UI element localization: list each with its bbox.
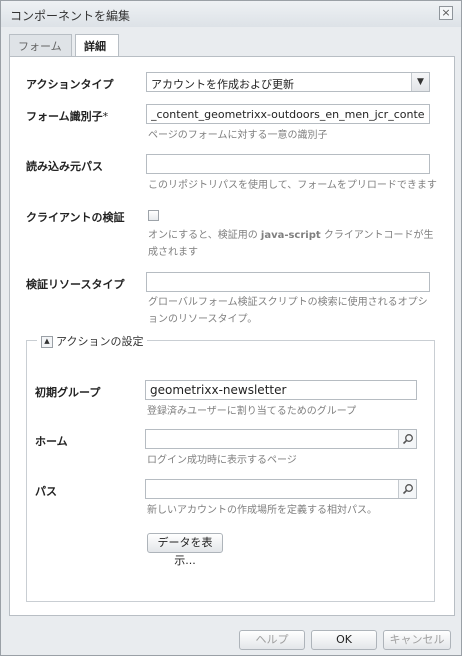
details-panel: アクションタイプ アカウントを作成および更新 ▼ フォーム識別子* ページのフォ… <box>9 56 455 616</box>
validation-resource-type-help: グローバルフォーム検証スクリプトの検索に使用されるオプションのリソースタイプ。 <box>148 297 428 325</box>
tab-form[interactable]: フォーム <box>9 34 72 56</box>
chevron-down-icon[interactable]: ▼ <box>411 73 429 91</box>
action-type-value: アカウントを作成および更新 <box>151 78 294 91</box>
form-identifier-input[interactable] <box>147 105 429 123</box>
action-type-label: アクションタイプ <box>26 78 114 91</box>
edit-component-dialog: コンポーネントを編集 × フォーム 詳細 アクションタイプ アカウントを作成およ… <box>0 0 462 656</box>
validation-resource-type-label: 検証リソースタイプ <box>26 278 125 291</box>
client-validation-help: オンにすると、検証用の java-script クライアントコードが生成されます <box>148 230 434 258</box>
initial-group-input[interactable] <box>146 381 416 399</box>
close-icon[interactable]: × <box>439 6 453 20</box>
action-settings-fieldset: ▲アクションの設定 初期グループ 登録済みユーザーに割り当てるためのグループ ホ… <box>26 333 435 602</box>
action-type-select[interactable]: アカウントを作成および更新 ▼ <box>146 72 430 92</box>
path-field[interactable] <box>145 479 417 499</box>
client-validation-label: クライアントの検証 <box>26 211 125 224</box>
initial-group-help: 登録済みユーザーに割り当てるためのグループ <box>147 406 357 417</box>
form-identifier-help: ページのフォームに対する一意の識別子 <box>148 130 328 141</box>
action-settings-legend[interactable]: ▲ アクションの設定 <box>37 333 148 349</box>
validation-resource-type-input[interactable] <box>147 273 429 291</box>
home-field[interactable] <box>145 429 417 449</box>
home-input[interactable] <box>146 430 396 448</box>
validation-resource-type-field[interactable] <box>146 272 430 292</box>
path-input[interactable] <box>146 480 396 498</box>
collapse-icon[interactable]: ▲ <box>41 336 53 348</box>
home-help: ログイン成功時に表示するページ <box>147 455 297 466</box>
show-data-button[interactable]: データを表示... <box>147 533 223 567</box>
help-button[interactable]: ヘルプ <box>239 630 305 650</box>
search-icon[interactable] <box>398 430 416 448</box>
required-mark: * <box>102 110 109 123</box>
form-identifier-field[interactable] <box>146 104 430 124</box>
load-path-input[interactable] <box>147 155 429 173</box>
dialog-titlebar[interactable]: コンポーネントを編集 × <box>1 1 461 27</box>
path-label: パス <box>35 485 57 498</box>
tab-details[interactable]: 詳細 <box>75 34 119 57</box>
ok-button[interactable]: OK <box>311 630 377 650</box>
dialog-title: コンポーネントを編集 <box>10 9 131 23</box>
initial-group-label: 初期グループ <box>35 386 101 399</box>
load-path-help: このリポジトリパスを使用して、フォームをプリロードできます <box>148 180 437 191</box>
client-validation-checkbox[interactable] <box>148 210 159 221</box>
cancel-button[interactable]: キャンセル <box>383 630 451 650</box>
load-path-field[interactable] <box>146 154 430 174</box>
home-label: ホーム <box>35 435 68 448</box>
path-help: 新しいアカウントの作成場所を定義する相対パス。 <box>147 505 377 516</box>
search-icon[interactable] <box>398 480 416 498</box>
form-identifier-label: フォーム識別子* <box>26 110 109 123</box>
load-path-label: 読み込み元パス <box>26 160 103 173</box>
initial-group-field[interactable] <box>145 380 417 400</box>
